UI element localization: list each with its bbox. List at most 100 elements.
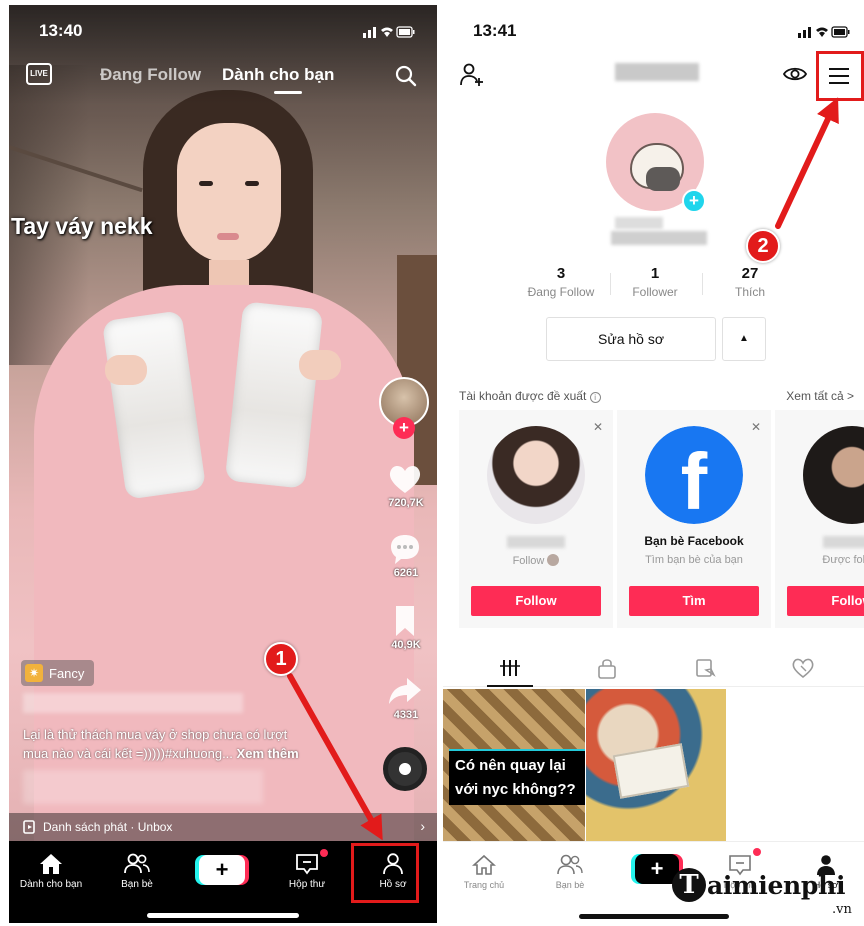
active-tab-indicator: [487, 685, 533, 687]
suggestion-card[interactable]: Được follow Follow: [775, 410, 864, 628]
video-subject-face: [177, 123, 281, 263]
lock-icon[interactable]: [595, 657, 619, 679]
effect-label: Fancy: [49, 665, 85, 681]
suggestions-toggle-button[interactable]: ▲: [722, 317, 766, 361]
suggested-user-avatar[interactable]: [487, 426, 585, 524]
stat-label: Follower: [632, 285, 678, 299]
mini-avatar-icon: [547, 554, 560, 566]
right-phone-screen: 13:41 + 3 Đang Follow 1 Follower 27 Thíc…: [443, 5, 864, 923]
eye-icon[interactable]: [783, 63, 807, 85]
liked-videos-icon[interactable]: [791, 657, 815, 679]
find-friends-button[interactable]: Tìm: [629, 586, 759, 616]
suggestion-card-title: Bạn bè Facebook: [644, 534, 744, 548]
suggestion-card[interactable]: ✕ Follow Follow: [459, 410, 613, 628]
profile-content-tabs: [443, 647, 864, 687]
videos-grid-icon[interactable]: [498, 657, 522, 679]
blurred-username: [23, 693, 243, 713]
saved-videos-icon[interactable]: [694, 657, 718, 679]
video-subject-hand: [299, 350, 341, 380]
status-time: 13:41: [473, 21, 517, 40]
notification-dot: [320, 849, 328, 857]
watermark-logo: T aimienphi: [672, 868, 845, 902]
nav-home[interactable]: Dành cho bạn: [11, 851, 91, 890]
home-icon: [472, 854, 496, 875]
stat-label: Thích: [734, 285, 765, 299]
left-phone-screen: 13:40 LIVE Đang Follow Dành cho bạn Tay …: [9, 5, 437, 923]
nav-home-label: Dành cho bạn: [19, 879, 83, 890]
close-icon[interactable]: ✕: [751, 420, 761, 434]
highlight-profile-box: [351, 843, 419, 903]
inbox-icon: [296, 854, 318, 875]
video-thumbnail[interactable]: [586, 689, 726, 841]
status-icons: [798, 25, 850, 42]
heart-icon[interactable]: [387, 463, 423, 495]
music-disc-icon[interactable]: [383, 747, 427, 791]
add-avatar-plus-icon[interactable]: +: [682, 189, 706, 213]
status-time: 13:40: [39, 21, 83, 40]
stat-followers[interactable]: 1 Follower: [610, 265, 700, 299]
friends-icon: [557, 854, 583, 875]
video-subject-lips: [217, 233, 239, 240]
follow-button[interactable]: Follow: [471, 586, 601, 616]
stat-value: 1: [650, 265, 660, 282]
friends-icon: [124, 853, 150, 874]
tab-for-you[interactable]: Dành cho bạn: [222, 65, 334, 85]
create-button[interactable]: +: [199, 855, 245, 885]
nav-friends[interactable]: Bạn bè: [535, 852, 605, 890]
video-grid: Có nên quay lại với nyc không??: [443, 689, 864, 841]
description-line-wrap: mua nào và cái kết =)))))#xuhuong... Xem…: [23, 744, 368, 763]
add-user-icon[interactable]: [459, 63, 485, 87]
stat-likes[interactable]: 27 Thích: [705, 265, 795, 299]
info-icon[interactable]: i: [589, 392, 601, 403]
video-thumbnail-caption: Có nên quay lại với nyc không??: [449, 749, 585, 805]
see-more-link[interactable]: Xem thêm: [237, 746, 299, 761]
home-icon: [40, 854, 62, 874]
playlist-label: Danh sách phát · Unbox: [43, 820, 173, 834]
suggested-user-avatar[interactable]: [803, 426, 864, 524]
watermark-letter: T: [672, 868, 706, 902]
nav-inbox[interactable]: Hộp thư: [267, 851, 347, 890]
video-text-overlay: Tay váy nekk: [11, 213, 153, 239]
nav-friends-label: Bạn bè: [121, 879, 153, 890]
description-line: Lại là thử thách mua váy ở shop chưa có …: [23, 727, 288, 742]
stat-following[interactable]: 3 Đang Follow: [516, 265, 606, 299]
follow-creator-plus-icon[interactable]: +: [393, 417, 415, 439]
hamburger-menu-icon[interactable]: [828, 67, 850, 85]
search-icon[interactable]: [395, 65, 417, 87]
playlist-bar[interactable]: Danh sách phát · Unbox ›: [9, 813, 437, 841]
stat-value: 27: [741, 265, 759, 282]
stat-divider: [702, 273, 703, 295]
suggested-accounts-title: Tài khoản được đề xuất i: [459, 389, 601, 403]
live-icon[interactable]: LIVE: [26, 63, 52, 85]
blurred-tags: [23, 770, 263, 804]
stat-value: 3: [556, 265, 566, 282]
home-indicator: [147, 913, 299, 918]
tab-following[interactable]: Đang Follow: [100, 65, 201, 85]
share-icon[interactable]: [387, 675, 423, 707]
signal-wifi-battery-icon: [363, 26, 415, 38]
playlist-icon: [23, 820, 35, 834]
video-thumbnail[interactable]: Có nên quay lại với nyc không??: [443, 689, 585, 841]
video-subject-eye: [245, 181, 259, 186]
like-count: 720,7K: [388, 497, 424, 509]
suggestion-card-facebook[interactable]: ✕ f Bạn bè Facebook Tìm bạn bè của bạn T…: [617, 410, 771, 628]
top-gradient: [9, 5, 437, 105]
nav-friends[interactable]: Bạn bè: [97, 851, 177, 890]
blurred-suggested-name: [507, 536, 565, 548]
nav-home-label: Trang chủ: [463, 880, 505, 890]
avatar-cat-blanket: [646, 167, 680, 191]
see-all-link[interactable]: Xem tất cả >: [786, 389, 854, 403]
suggested-sub-text: Follow: [512, 555, 545, 567]
nav-home[interactable]: Trang chủ: [449, 852, 519, 890]
comment-icon[interactable]: [387, 533, 423, 565]
signal-wifi-battery-icon: [798, 26, 850, 38]
suggested-title-text: Tài khoản được đề xuất: [459, 389, 587, 403]
active-tab-indicator: [274, 91, 302, 94]
effect-chip[interactable]: ✷ Fancy: [21, 660, 95, 686]
bookmark-icon[interactable]: [387, 605, 423, 637]
edit-profile-button[interactable]: Sửa hồ sơ: [546, 317, 716, 361]
close-icon[interactable]: ✕: [593, 420, 603, 434]
follow-button[interactable]: Follow: [787, 586, 864, 616]
blurred-display-name: [615, 217, 663, 229]
facebook-logo-icon: f: [645, 426, 743, 524]
